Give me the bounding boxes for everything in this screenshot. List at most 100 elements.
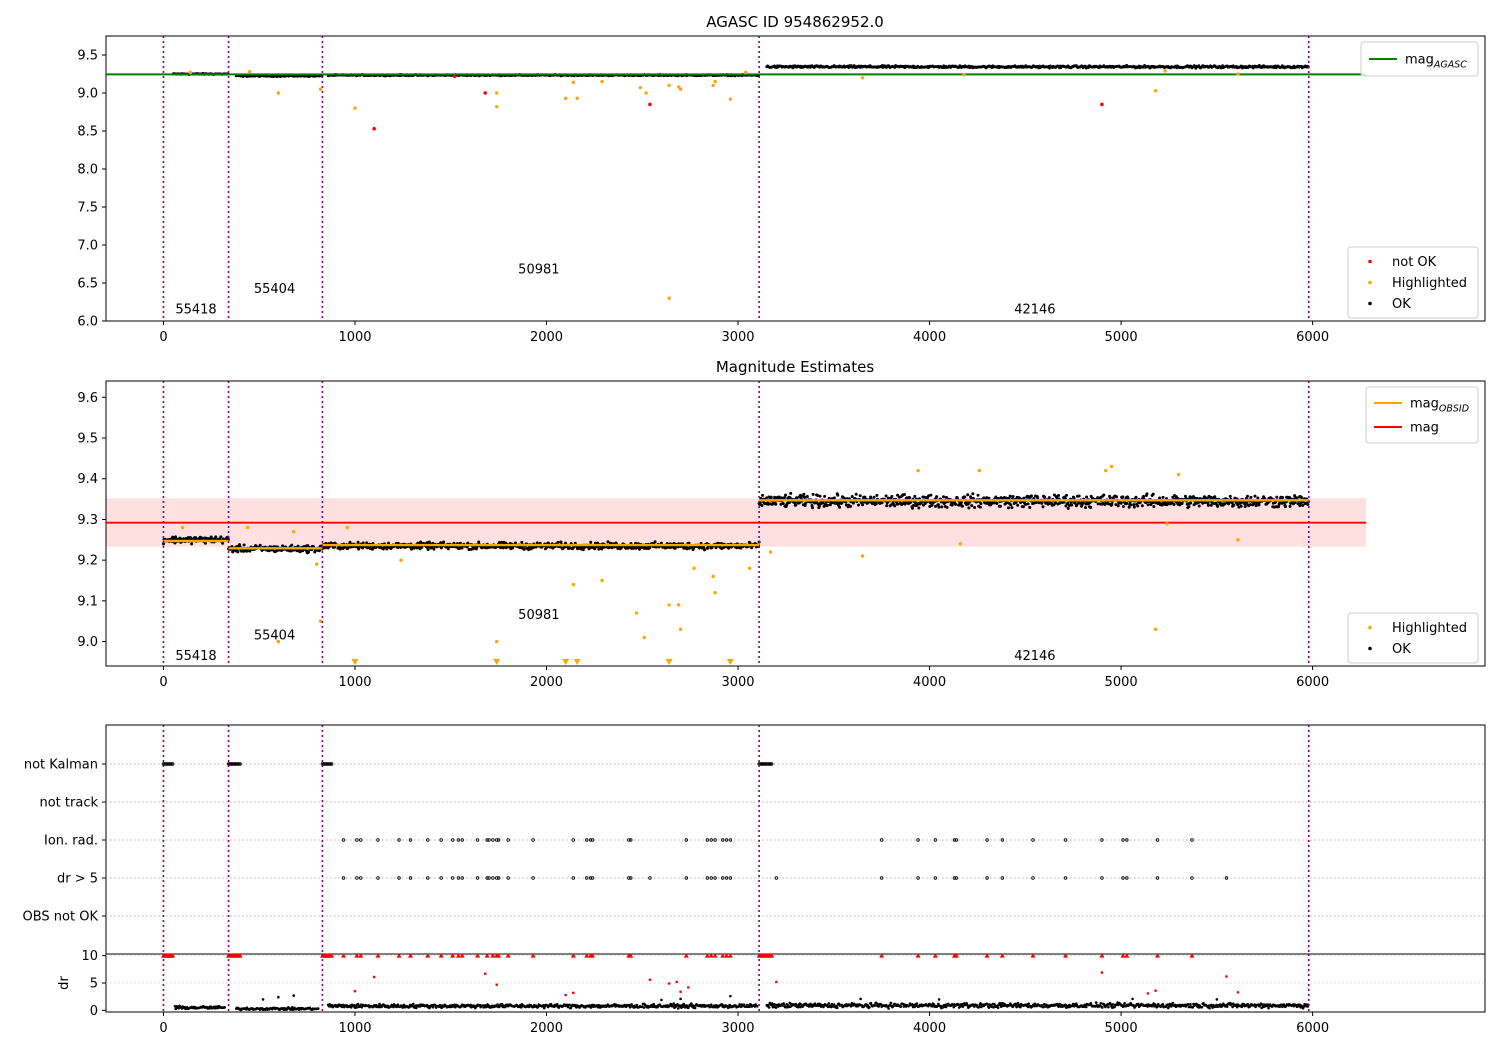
ok-point (356, 540, 360, 544)
x-tick-label: 5000 (1105, 1021, 1138, 1036)
highlighted-point (1165, 521, 1169, 526)
ok-point (929, 493, 933, 497)
highlighted-point (399, 558, 403, 562)
ok-point (967, 506, 971, 510)
y-tick-label: 9.6 (77, 391, 98, 406)
figure: AGASC ID 954862952.0 6.06.57.07.58.08.59… (0, 0, 1500, 1050)
obsid-label: 55404 (254, 628, 295, 643)
highlighted-point (728, 97, 733, 101)
ok-point (976, 493, 980, 497)
highlighted-point (571, 80, 576, 85)
ok-point (1243, 505, 1247, 509)
y-tick-label: 8.5 (77, 125, 98, 140)
ok-point (1125, 501, 1129, 505)
ok-point (1066, 506, 1070, 510)
ok-point (1094, 1001, 1098, 1004)
ok-point (1281, 495, 1285, 499)
highlighted-point (575, 96, 579, 101)
ok-point (868, 1005, 871, 1009)
not-ok-point (648, 102, 652, 107)
ok-point (190, 542, 194, 546)
x-tick-label: 4000 (913, 675, 946, 690)
ok-point (1189, 501, 1193, 505)
highlighted-point (1153, 627, 1158, 632)
highlighted-point (916, 468, 920, 473)
y-tick-label: 9.5 (77, 432, 98, 447)
highlighted-point (634, 611, 639, 615)
ok-point (1306, 503, 1310, 507)
ok-point (1134, 495, 1138, 499)
y-tick-label: 6.5 (77, 277, 98, 292)
highlighted-point (958, 542, 962, 546)
ok-point (781, 502, 785, 506)
highlighted-point (1236, 72, 1240, 76)
ok-point (848, 504, 852, 508)
flag-row-label: dr > 5 (57, 872, 98, 887)
y-tick-label: 8.0 (77, 163, 98, 178)
ok-point (1011, 494, 1015, 498)
ok-point (1089, 1001, 1093, 1005)
highlighted-point (1163, 69, 1167, 73)
ok-point (917, 506, 921, 510)
ok-point (937, 505, 941, 509)
ok-point (755, 1004, 759, 1008)
ok-point (913, 494, 917, 498)
x-tick-label: 0 (159, 675, 167, 690)
ok-point (411, 1002, 415, 1006)
ok-point (884, 494, 888, 498)
highlighted-point (495, 104, 499, 109)
ok-point (872, 495, 876, 499)
ok-point (977, 1005, 981, 1009)
ok-point (1298, 504, 1302, 508)
highlighted-point (667, 83, 671, 88)
highlighted-point (676, 603, 681, 607)
ok-point (1121, 505, 1125, 509)
ok-point (838, 505, 842, 509)
x-tick-label: 6000 (1296, 1021, 1329, 1036)
ok-point (825, 503, 829, 507)
flag-row-label: not track (39, 796, 98, 811)
ok-point (979, 502, 983, 506)
y-tick-label: 0 (90, 1004, 98, 1019)
highlighted-point (744, 70, 748, 75)
y-tick-label: 7.5 (77, 201, 98, 216)
ok-point (971, 492, 975, 496)
highlighted-point (353, 106, 357, 110)
legend-label-main: not OK (1392, 255, 1437, 270)
highlighted-point (291, 529, 296, 534)
x-tick-label: 1000 (338, 330, 371, 345)
ok-point (1136, 504, 1140, 508)
ok-point (1187, 505, 1191, 509)
x-tick-label: 5000 (1105, 330, 1138, 345)
ok-point (231, 550, 235, 554)
highlighted-point (571, 582, 576, 587)
ok-point (1283, 505, 1287, 509)
highlighted-point (495, 91, 499, 95)
x-tick-label: 5000 (1105, 675, 1138, 690)
ok-point (761, 493, 765, 497)
ok-point (1232, 503, 1236, 507)
ok-point (874, 502, 878, 506)
ok-point (1101, 1006, 1104, 1009)
ok-point (236, 550, 240, 554)
ok-point (832, 496, 836, 500)
ok-point (1084, 1005, 1088, 1009)
ok-point (899, 1005, 903, 1008)
legend-label-main: Highlighted (1392, 276, 1467, 291)
dr-axis-label: dr (57, 976, 72, 990)
ok-point (802, 492, 806, 496)
ok-point (811, 506, 815, 510)
ok-point (942, 495, 946, 499)
ok-point (954, 502, 958, 506)
ok-point (1008, 494, 1012, 498)
highlighted-point (667, 603, 671, 607)
legend-point-swatch (1368, 301, 1372, 306)
ok-point (1216, 504, 1220, 508)
ok-point (817, 504, 821, 508)
ok-point (873, 1004, 877, 1007)
highlighted-point (860, 554, 865, 558)
ok-point (653, 540, 657, 544)
ok-point (496, 1003, 499, 1006)
ok-point (1257, 503, 1261, 507)
ok-point (796, 1005, 800, 1009)
